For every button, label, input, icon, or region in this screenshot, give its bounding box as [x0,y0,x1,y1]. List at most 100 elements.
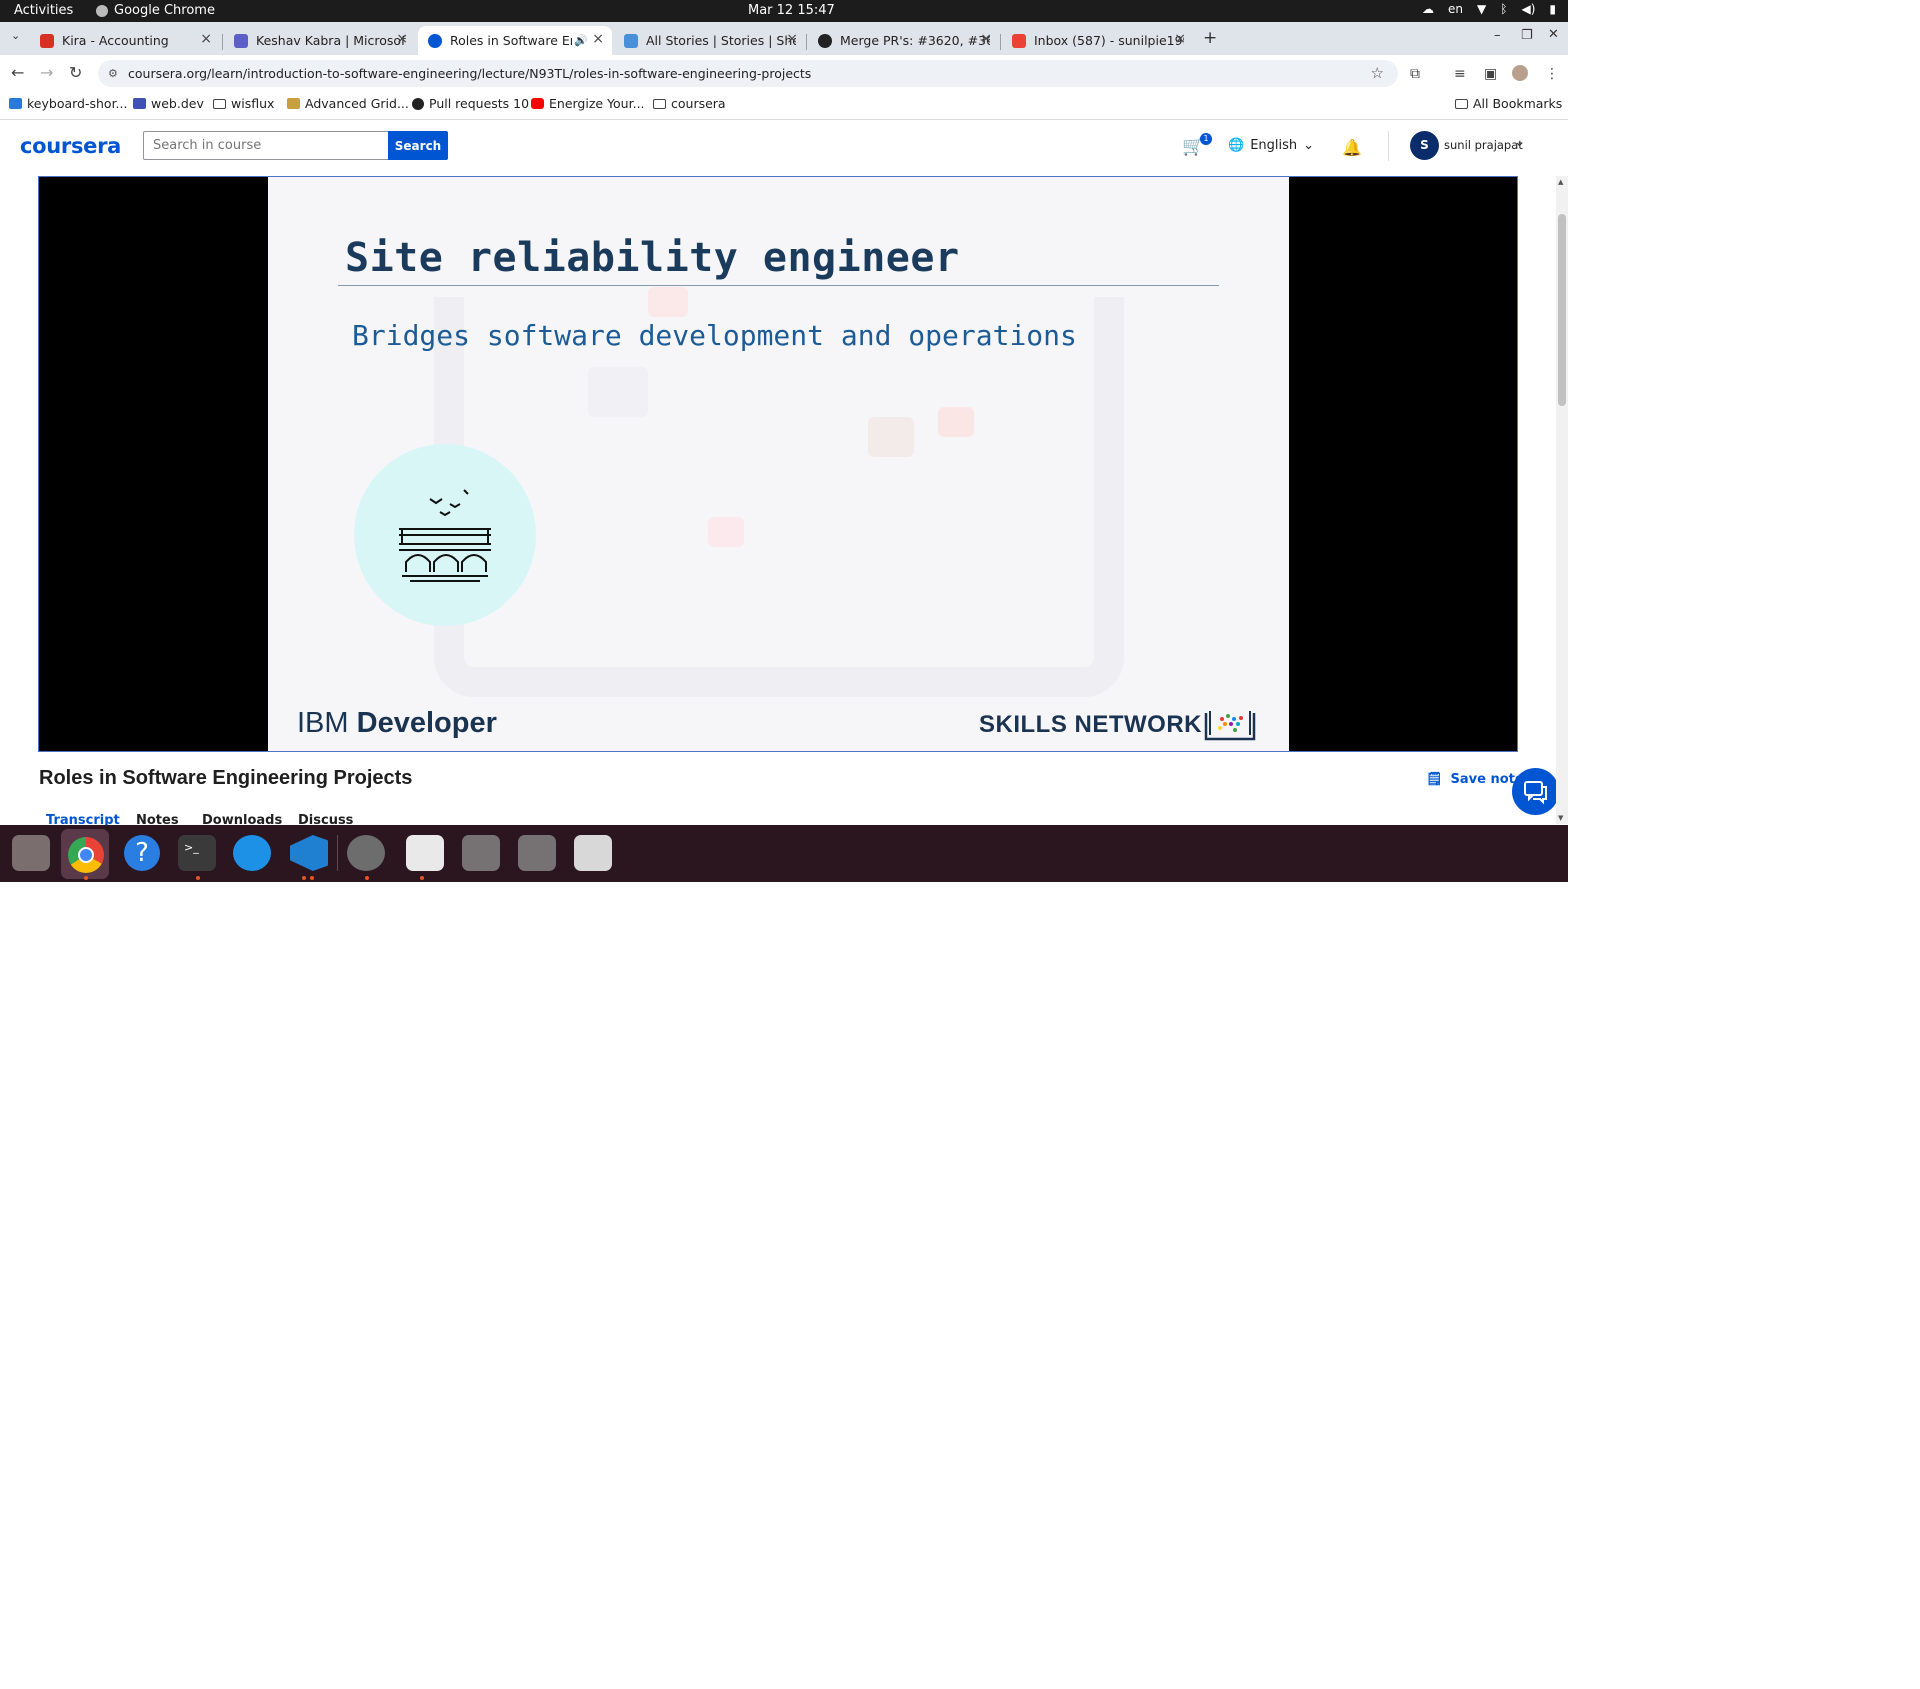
settings-gear-icon[interactable] [347,835,385,871]
audio-playing-icon[interactable]: 🔊 [574,34,588,47]
media-controls-icon[interactable]: ≡ [1454,66,1466,82]
scroll-up-icon[interactable]: ▲ [1558,178,1563,186]
gmail-favicon-icon [1012,33,1026,48]
extensions-icon[interactable]: ⧉ [1410,66,1420,82]
site-info-icon[interactable]: ⚙ [108,67,118,80]
app-placeholder-icon[interactable] [462,835,500,871]
chrome-icon-center [78,847,94,863]
tab-separator [1000,34,1001,50]
tab-github-pr[interactable]: Merge PR's: #3620, #362 × [808,26,1000,55]
tab-title: Roles in Software Eng [450,33,572,48]
notifications-bell-icon[interactable]: 🔔 [1342,138,1362,157]
files-app-icon[interactable] [12,835,50,871]
restore-icon[interactable]: ❐ [1521,28,1533,43]
language-selector[interactable]: 🌐 English ⌄ [1228,138,1314,153]
reload-icon[interactable]: ↻ [69,63,82,82]
search-input[interactable] [143,131,389,160]
search-button[interactable]: Search [388,131,448,160]
tab-search-chevron-icon[interactable]: ⌄ [11,29,20,42]
running-indicator [84,876,88,880]
vscode-app-icon[interactable] [290,835,328,871]
coursera-header: coursera Search 🛒 1 🌐 English ⌄ 🔔 S suni… [0,121,1568,175]
tab-gmail-inbox[interactable]: Inbox (587) - sunilpie199 × [1002,26,1194,55]
background-decoration [588,367,648,417]
tab-title: Keshav Kabra | Microsoft [256,33,406,48]
tab-separator [806,34,807,50]
vscode-icon [9,98,22,109]
bookmark-advanced-grid[interactable]: Advanced Grid... [287,96,409,111]
clock[interactable]: Mar 12 15:47 [748,3,835,18]
github-icon [412,97,424,110]
running-indicator [302,876,306,880]
user-name[interactable]: sunil prajapat [1444,138,1523,152]
side-panel-icon[interactable]: ▣ [1484,66,1497,82]
tab-shortcut-stories[interactable]: All Stories | Stories | Sho × [614,26,806,55]
app-menu[interactable]: Google Chrome [96,3,215,18]
new-tab-icon[interactable]: + [1203,28,1217,48]
github-favicon-icon [818,33,832,48]
close-tab-icon[interactable]: × [200,31,212,47]
bookmark-energize[interactable]: Energize Your... [531,96,645,111]
folder-icon [653,98,666,109]
close-tab-icon[interactable]: × [1174,31,1186,47]
all-bookmarks[interactable]: All Bookmarks [1455,96,1562,111]
chevron-down-icon: ⌄ [1303,138,1315,153]
scrollbar-thumb[interactable] [1558,214,1566,406]
bridge-illustration [354,444,536,626]
show-apps-icon[interactable] [1524,1663,1550,1689]
chat-bubbles-icon [1524,781,1547,805]
trash-icon[interactable] [574,835,612,871]
scroll-down-icon[interactable]: ▼ [1558,814,1563,822]
close-tab-icon[interactable]: × [786,31,798,47]
chrome-app-icon [96,4,108,17]
chat-button[interactable] [1512,768,1559,815]
system-tray[interactable]: ☁ en ▼ ᛒ ◀) ▮ [1422,2,1556,16]
app-placeholder-icon[interactable] [518,835,556,871]
close-tab-icon[interactable]: × [592,31,604,47]
bookmark-keyboard-shortcuts[interactable]: keyboard-shor... [9,96,127,111]
user-menu-chevron-icon[interactable]: ⌄ [1514,135,1525,150]
slide-subtitle: Bridges software development and operati… [352,319,1077,352]
profile-avatar-icon[interactable] [1512,65,1528,81]
folder-icon [213,98,226,109]
coursera-favicon-icon [428,33,442,48]
tab-title: All Stories | Stories | Sho [646,33,796,48]
avatar[interactable]: S [1410,131,1439,160]
back-icon[interactable]: ← [11,63,24,82]
save-note-button[interactable]: 🗒 Save note [1426,772,1524,787]
video-slide: Site reliability engineer Bridges softwa… [268,177,1289,751]
coursera-logo[interactable]: coursera [20,134,121,158]
background-decoration [938,407,974,437]
chrome-menu-icon[interactable]: ⋮ [1545,66,1559,82]
close-window-icon[interactable]: ✕ [1548,27,1559,42]
tab-teams[interactable]: Keshav Kabra | Microsoft × [224,26,416,55]
folder-icon [1455,98,1468,109]
ibm-wordmark: IBM [297,707,349,739]
tab-kira-accounting[interactable]: Kira - Accounting × [30,26,220,55]
wifi-icon: ▼ [1477,2,1487,16]
shortcut-favicon-icon [624,33,638,48]
video-player[interactable]: Site reliability engineer Bridges softwa… [38,176,1518,752]
youtube-icon [531,98,544,109]
activities-button[interactable]: Activities [14,3,73,18]
help-icon[interactable]: ? [124,835,160,871]
language-indicator[interactable]: en [1448,2,1463,16]
terminal-icon[interactable]: >_ [178,835,216,871]
bookmark-star-icon[interactable]: ☆ [1371,64,1384,82]
close-tab-icon[interactable]: × [980,31,992,47]
address-bar[interactable]: ⚙ coursera.org/learn/introduction-to-sof… [98,60,1398,87]
forward-icon[interactable]: → [40,63,53,82]
text-editor-icon[interactable] [406,835,444,871]
developer-wordmark: Developer [356,707,497,739]
docker-icon[interactable] [233,835,271,871]
bookmark-webdev[interactable]: web.dev [133,96,204,111]
bookmark-wisflux[interactable]: wisflux [213,96,274,111]
tab-coursera-active[interactable]: Roles in Software Eng 🔊 × [418,26,612,55]
minimize-icon[interactable]: – [1494,28,1501,43]
bookmark-coursera[interactable]: coursera [653,96,726,111]
page-scrollbar[interactable]: ▲ ▼ [1556,176,1568,824]
bookmark-pull-requests[interactable]: Pull requests 10 [412,96,529,111]
language-label: English [1250,138,1298,153]
tab-title: Merge PR's: #3620, #362 [840,33,990,48]
close-tab-icon[interactable]: × [396,31,408,47]
